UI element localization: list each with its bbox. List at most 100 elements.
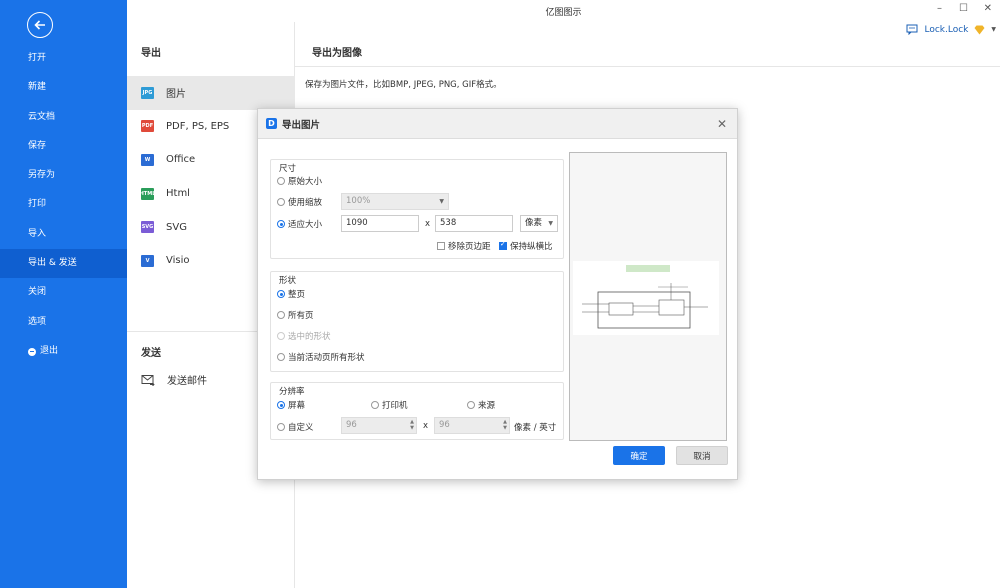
unit-value: 像素 [525,218,543,228]
app-title: 亿图图示 [545,8,582,18]
radio-label: 屏幕 [288,401,306,411]
radio-all-pages[interactable]: 所有页 [277,309,314,321]
radio-label: 自定义 [288,423,314,433]
chevron-down-icon[interactable]: ▼ [991,26,996,33]
sidebar-item-save[interactable]: 保存 [0,132,127,161]
spinner-icon[interactable]: ▲ ▼ [503,419,507,431]
resolution-group: 分辨率 屏幕 打印机 来源 自定义 96 ▲ ▼ x 96 ▲ ▼ 像素 / 英寸 [270,382,564,440]
times-label: x [423,421,429,431]
svg-icon: SVG [141,221,154,234]
sidebar-item-print[interactable]: 打印 [0,190,127,219]
sidebar-item-label: 新建 [28,82,47,93]
radio-printer[interactable]: 打印机 [371,399,408,411]
radio-whole-page[interactable]: 整页 [277,288,305,300]
sidebar-item-label: 打印 [28,199,47,210]
width-input[interactable]: 1090 [341,215,419,232]
sidebar-item-import[interactable]: 导入 [0,220,127,249]
cancel-button[interactable]: 取消 [676,446,728,465]
radio-label: 使用缩放 [288,198,323,208]
format-label: Visio [166,255,190,267]
sidebar-item-options[interactable]: 选项 [0,308,127,337]
minimize-icon[interactable]: – [937,3,942,14]
dpi-y-value: 96 [439,420,450,430]
radio-button[interactable] [277,401,285,409]
radio-screen[interactable]: 屏幕 [277,399,305,411]
exit-icon [28,347,36,356]
main-description: 保存为图片文件，比如BMP, JPEG, PNG, GIF格式。 [305,80,502,90]
format-label: Html [166,188,190,200]
radio-button[interactable] [277,198,285,206]
visio-icon: V [141,254,154,267]
radio-button[interactable] [277,332,285,340]
scale-select[interactable]: 100% ▼ [341,193,449,210]
radio-label: 来源 [478,401,496,411]
sidebar-item-label: 导出 & 发送 [28,258,77,269]
remove-margin-checkbox[interactable]: 移除页边距 [437,240,491,252]
radio-button[interactable] [467,401,475,409]
diagram-preview-image [573,261,719,335]
maximize-icon[interactable]: ☐ [959,3,968,14]
sidebar-item-label: 关闭 [28,287,47,298]
dpi-x-value: 96 [346,420,357,430]
sidebar-item-label: 退出 [40,345,59,356]
radio-label: 打印机 [382,401,408,411]
feedback-icon[interactable] [906,24,918,35]
radio-current-page-shapes[interactable]: 当前活动页所有形状 [277,351,365,363]
radio-button[interactable] [277,311,285,319]
radio-button[interactable] [371,401,379,409]
radio-source[interactable]: 来源 [467,399,495,411]
times-label: x [425,219,431,229]
checkbox[interactable] [499,240,507,250]
radio-button[interactable] [277,290,285,298]
dpi-unit-label: 像素 / 英寸 [514,423,557,433]
sidebar-item-export-send[interactable]: 导出 & 发送 [0,249,127,279]
user-area[interactable]: Lock.Lock ▼ [906,24,996,35]
word-icon: W [141,153,154,166]
radio-selected-shapes[interactable]: 选中的形状 [277,330,331,342]
dpi-x-stepper[interactable]: 96 ▲ ▼ [341,417,417,434]
pdf-icon: PDF [141,120,154,133]
close-icon[interactable]: ✕ [717,117,727,131]
unit-select[interactable]: 像素 ▼ [520,215,558,232]
chevron-down-icon: ▼ [548,220,553,227]
divider [295,66,1000,67]
group-label: 分辨率 [279,387,305,397]
radio-original-size[interactable]: 原始大小 [277,175,322,187]
sidebar-item-cloud[interactable]: 云文档 [0,103,127,132]
sidebar-nav: 打开 新建 云文档 保存 另存为 打印 导入 导出 & 发送 关闭 选项 退出 [0,44,127,366]
radio-button[interactable] [277,220,285,228]
height-input[interactable]: 538 [435,215,513,232]
sidebar-item-close[interactable]: 关闭 [0,278,127,307]
sidebar-item-save-as[interactable]: 另存为 [0,161,127,190]
export-image-dialog: D 导出图片 ✕ 尺寸 原始大小 使用缩放 100% ▼ 适应大小 1090 x… [257,108,738,480]
title-bar: 亿图图示 – ☐ ✕ [127,0,1000,22]
sidebar-item-label: 云文档 [28,111,56,122]
checkbox-label: 移除页边距 [448,242,491,252]
radio-button[interactable] [277,353,285,361]
user-name[interactable]: Lock.Lock [924,25,968,35]
radio-fit-size[interactable]: 适应大小 [277,218,322,230]
vip-badge-icon [974,25,985,34]
radio-use-scale[interactable]: 使用缩放 [277,196,322,208]
checkbox[interactable] [437,242,445,250]
dpi-y-stepper[interactable]: 96 ▲ ▼ [434,417,510,434]
ok-button[interactable]: 确定 [613,446,665,465]
sidebar-item-open[interactable]: 打开 [0,44,127,73]
radio-custom[interactable]: 自定义 [277,421,314,433]
radio-button[interactable] [277,423,285,431]
sidebar-item-label: 另存为 [28,170,56,181]
sidebar-item-exit[interactable]: 退出 [0,337,127,366]
radio-label: 当前活动页所有形状 [288,353,365,363]
jpg-icon: JPG [141,86,154,99]
send-mail-item[interactable]: 发送邮件 [141,372,207,387]
spinner-icon[interactable]: ▲ ▼ [410,419,414,431]
sidebar-item-new[interactable]: 新建 [0,73,127,102]
size-group: 尺寸 原始大小 使用缩放 100% ▼ 适应大小 1090 x 538 像素 ▼… [270,159,564,259]
sidebar: 打开 新建 云文档 保存 另存为 打印 导入 导出 & 发送 关闭 选项 退出 [0,0,127,588]
back-button[interactable] [27,12,53,38]
format-item-image[interactable]: JPG 图片 [127,76,295,110]
close-window-icon[interactable]: ✕ [984,3,992,14]
keep-ratio-checkbox[interactable]: 保持纵横比 [499,240,553,252]
format-label: PDF, PS, EPS [166,120,230,132]
radio-button[interactable] [277,177,285,185]
